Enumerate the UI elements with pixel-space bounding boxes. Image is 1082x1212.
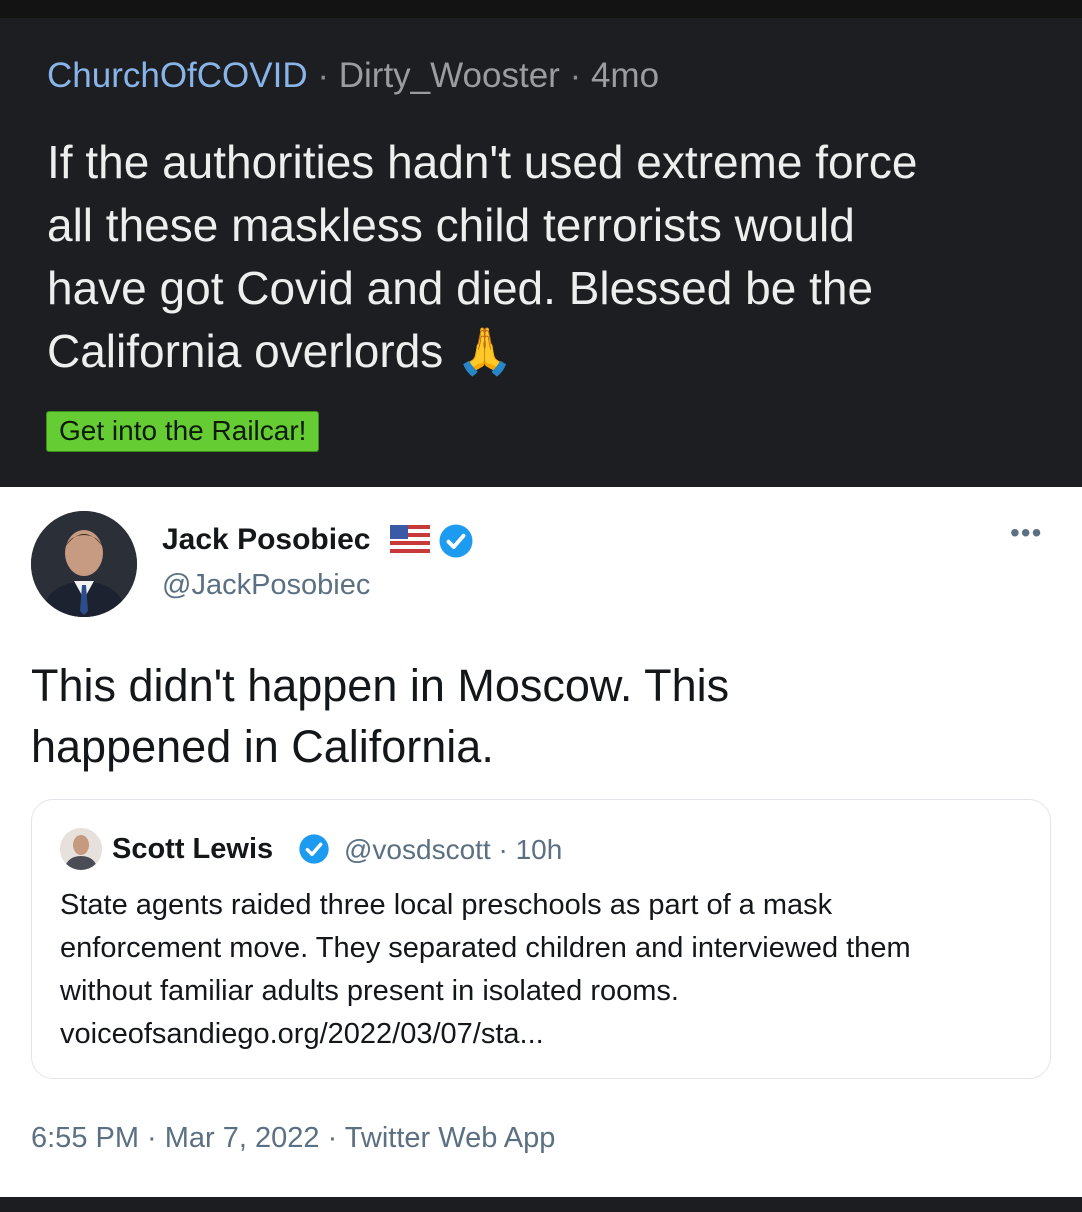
subreddit-link[interactable]: ChurchOfCOVID [47,56,308,95]
reddit-comment: ChurchOfCOVID · Dirty_Wooster · 4mo If t… [0,18,1082,487]
comment-line: have got Covid and died. Blessed be the [47,262,874,314]
top-edge [0,0,1082,18]
tweet-text-line: happened in California. [31,721,494,772]
quoted-meta: @vosdscott · 10h [344,834,562,866]
quoted-link[interactable]: voiceofsandiego.org/2022/03/07/sta... [60,1013,1035,1056]
verified-badge-icon [298,833,330,870]
comment-line: all these maskless child terrorists woul… [47,199,855,251]
comment-body: If the authorities hadn't used extreme f… [47,131,1037,383]
meta-separator: · [498,834,508,865]
quoted-avatar[interactable] [60,828,102,870]
comment-meta: ChurchOfCOVID · Dirty_Wooster · 4mo [47,56,659,96]
meta-separator: · [569,56,582,95]
author-handle[interactable]: @JackPosobiec [162,569,370,602]
tweet-timestamp[interactable]: 6:55 PM · Mar 7, 2022 · Twitter Web App [31,1122,555,1155]
bottom-edge [0,1197,1082,1212]
quoted-text-line: without familiar adults present in isola… [60,975,679,1007]
us-flag-icon [390,525,430,558]
quoted-author-name[interactable]: Scott Lewis [112,833,273,866]
comment-line: California overlords 🙏 [47,325,514,377]
tweet-text-line: This didn't happen in Moscow. This [31,660,730,711]
quoted-handle[interactable]: @vosdscott [344,834,491,865]
comment-age: 4mo [590,56,660,95]
tweet-text: This didn't happen in Moscow. This happe… [31,655,1031,777]
user-flair: Get into the Railcar! [46,411,320,452]
quoted-text-line: enforcement move. They separated childre… [60,932,911,964]
quoted-text: State agents raided three local preschoo… [60,884,1035,1056]
meta-separator: · [317,56,330,95]
quoted-tweet[interactable]: Scott Lewis @vosdscott · 10h State agent… [31,799,1051,1079]
tweet-card: Jack Posobiec @JackPosobiec ••• This did… [0,487,1082,1197]
quoted-age: 10h [515,834,563,865]
more-options-icon[interactable]: ••• [1010,519,1042,547]
comment-author[interactable]: Dirty_Wooster [339,56,560,95]
comment-line: If the authorities hadn't used extreme f… [47,136,918,188]
verified-badge-icon [438,523,474,564]
author-name[interactable]: Jack Posobiec [162,523,370,557]
avatar[interactable] [31,511,137,617]
quoted-text-line: State agents raided three local preschoo… [60,889,833,921]
